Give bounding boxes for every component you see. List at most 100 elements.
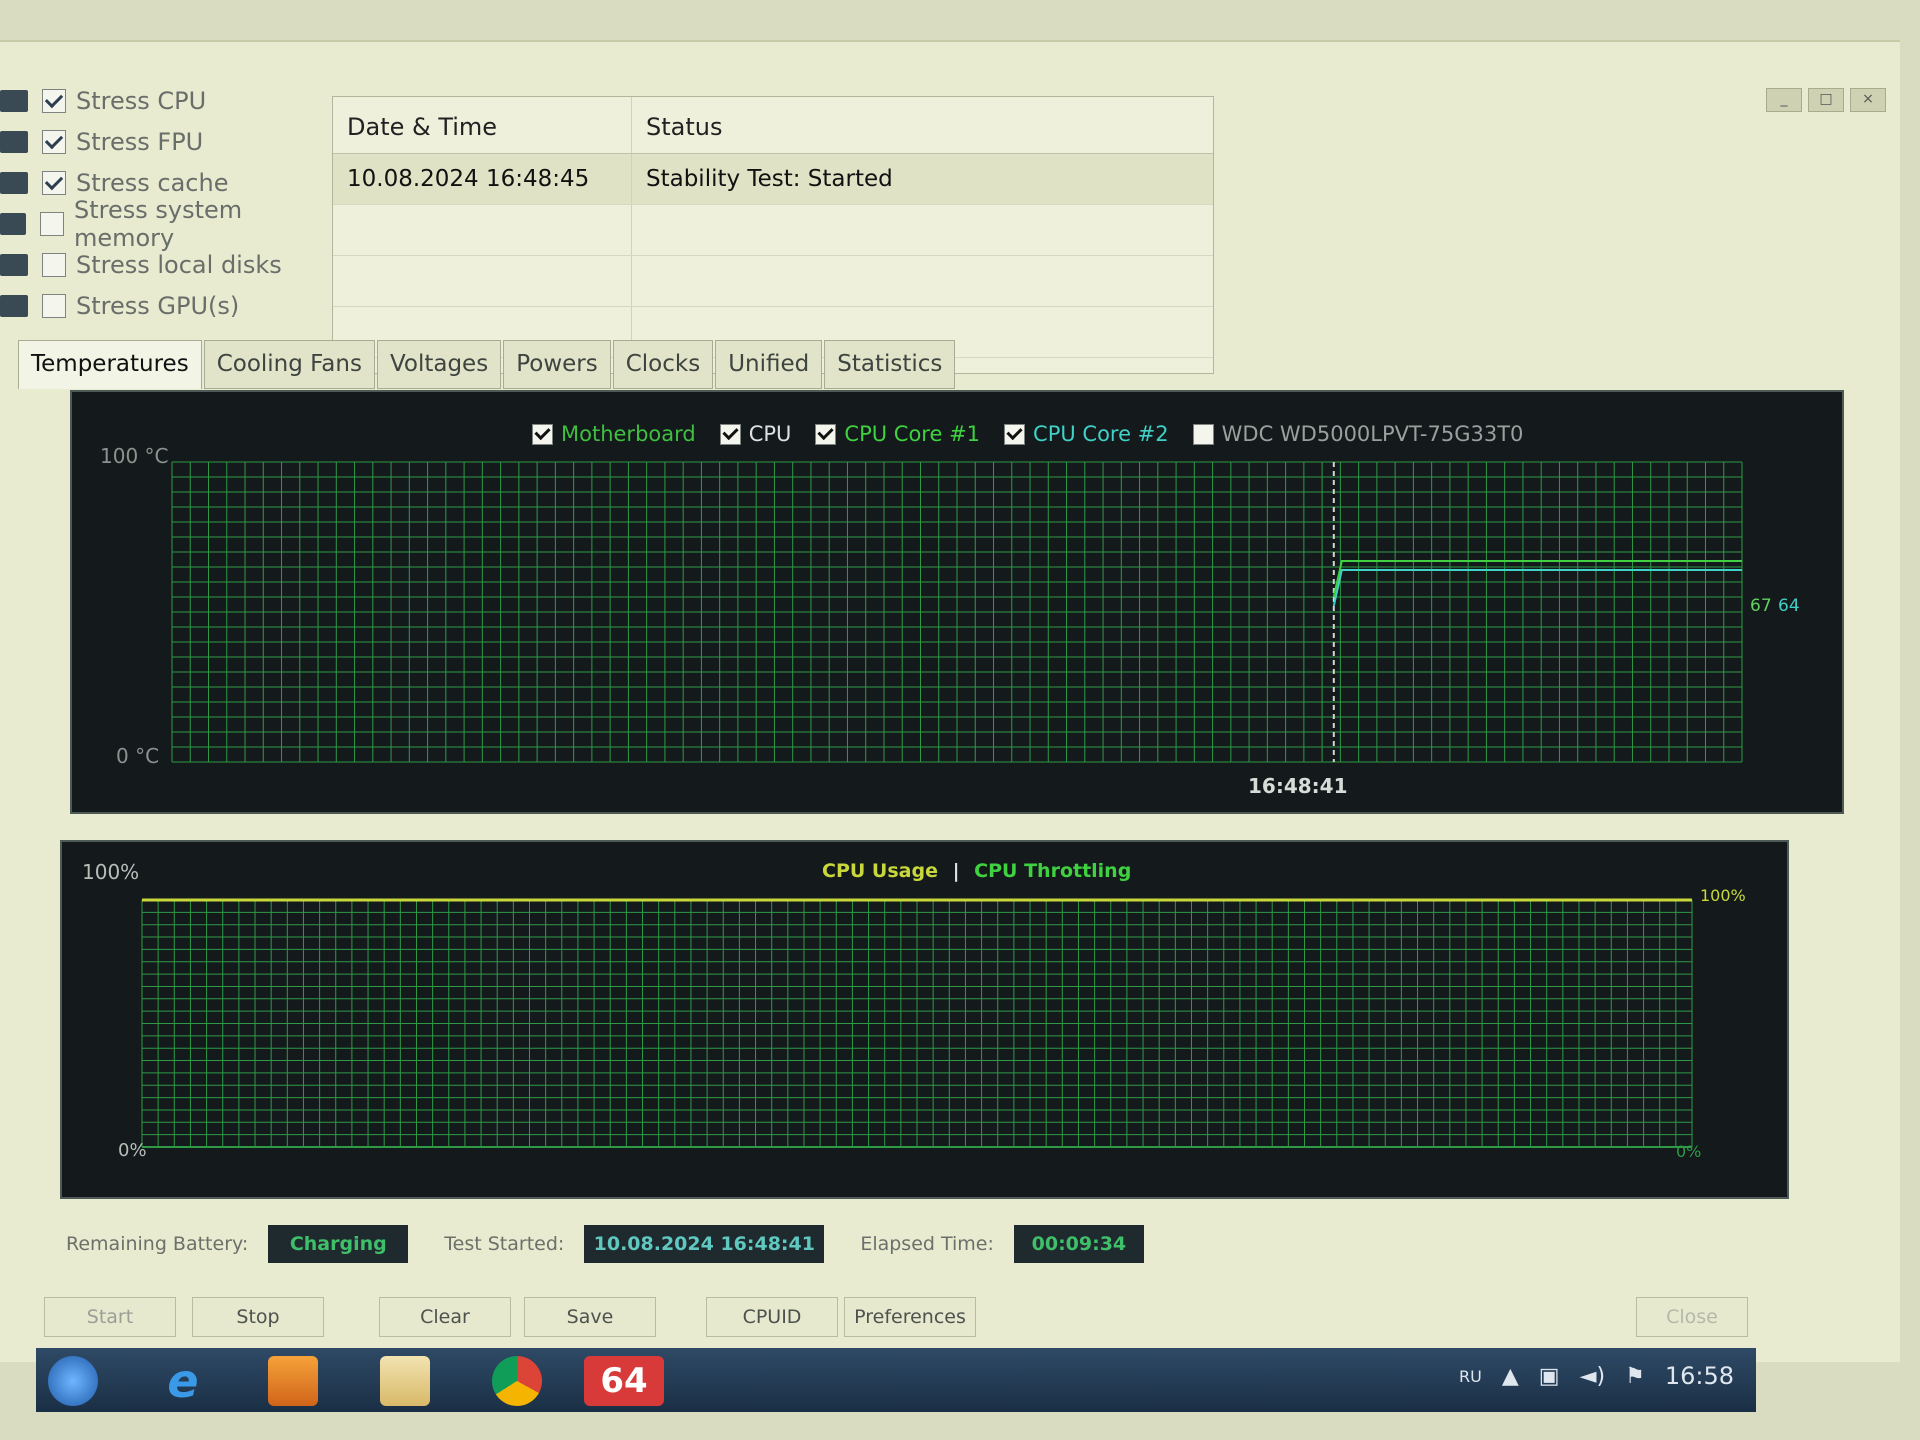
monitor-icon [0, 294, 28, 317]
tab-cooling-fans[interactable]: Cooling Fans [203, 340, 375, 389]
time-marker-label: 16:48:41 [1248, 774, 1348, 798]
title-separator: | [952, 860, 960, 882]
internet-explorer-icon[interactable]: e [158, 1356, 208, 1406]
stress-cpu-checkbox[interactable] [42, 88, 66, 113]
cpu-throttling-title: CPU Throttling [974, 860, 1132, 882]
tab-statistics[interactable]: Statistics [824, 340, 956, 389]
legend-item-motherboard[interactable]: Motherboard [532, 422, 696, 446]
stress-cpu-option[interactable]: Stress CPU [0, 80, 330, 121]
clock[interactable]: 16:58 [1665, 1362, 1734, 1390]
test-started-label: Test Started: [444, 1233, 565, 1255]
tab-temperatures[interactable]: Temperatures [18, 340, 202, 389]
column-header-status[interactable]: Status [632, 97, 1213, 153]
usage-y-min-label: 0% [118, 1140, 147, 1161]
legend-item-cpu-core-2[interactable]: CPU Core #2 [1004, 422, 1169, 446]
language-indicator[interactable]: RU [1459, 1367, 1482, 1386]
volume-icon[interactable]: ◄) [1580, 1364, 1606, 1389]
cpu-usage-plot [141, 898, 1693, 1148]
row-date-time [333, 256, 632, 306]
aida64-icon[interactable]: 64 [584, 1356, 664, 1406]
row-status [632, 256, 1213, 306]
stop-button[interactable]: Stop [192, 1297, 324, 1337]
close-icon[interactable]: × [1850, 88, 1886, 112]
start-button[interactable]: Start [44, 1297, 176, 1337]
stress-fpu-option[interactable]: Stress FPU [0, 121, 330, 162]
windows-start-icon[interactable] [48, 1356, 98, 1406]
window-controls: _ □ × [1766, 88, 1886, 112]
stress-cache-label: Stress cache [76, 168, 229, 197]
row-date-time: 10.08.2024 16:48:45 [333, 154, 632, 204]
network-icon[interactable]: ▣ [1539, 1364, 1560, 1389]
cache-icon [0, 171, 28, 194]
tab-voltages[interactable]: Voltages [376, 340, 502, 389]
elapsed-time-label: Elapsed Time: [860, 1233, 994, 1255]
tray-arrow-icon[interactable]: ▲ [1502, 1364, 1519, 1389]
memory-icon [0, 212, 26, 235]
file-explorer-icon[interactable] [380, 1356, 430, 1406]
cpu-usage-graph: CPU Usage | CPU Throttling 100% 0% 100% … [60, 840, 1789, 1199]
cpu-icon [0, 89, 28, 112]
minimize-icon[interactable]: _ [1766, 88, 1802, 112]
chrome-icon[interactable] [492, 1356, 542, 1406]
cpuid-button[interactable]: CPUID [706, 1297, 838, 1337]
row-status [632, 205, 1213, 255]
temperature-grid [171, 461, 1743, 763]
usage-grid [141, 899, 1693, 1148]
event-log-table: Date & Time Status 10.08.2024 16:48:45 S… [332, 96, 1214, 374]
stress-fpu-label: Stress FPU [76, 127, 204, 156]
system-tray: RU ▲ ▣ ◄) ⚑ 16:58 [1459, 1362, 1734, 1390]
legend-checkbox[interactable] [719, 423, 741, 445]
maximize-icon[interactable]: □ [1808, 88, 1844, 112]
legend-item-cpu-core-1[interactable]: CPU Core #1 [815, 422, 980, 446]
legend-checkbox[interactable] [532, 423, 553, 445]
legend-item-wdc-disk[interactable]: WDC WD5000LPVT-75G33T0 [1192, 422, 1524, 446]
stress-memory-checkbox[interactable] [39, 211, 64, 236]
stress-fpu-checkbox[interactable] [42, 129, 66, 154]
cpu-usage-title: CPU Usage [822, 860, 938, 882]
action-center-icon[interactable]: ⚑ [1625, 1364, 1645, 1389]
save-button[interactable]: Save [524, 1297, 656, 1337]
legend-label: CPU Core #1 [844, 422, 981, 446]
table-row[interactable]: 10.08.2024 16:48:45 Stability Test: Star… [333, 154, 1213, 205]
stress-disks-checkbox[interactable] [42, 252, 66, 277]
media-player-icon[interactable] [268, 1356, 318, 1406]
stress-memory-option[interactable]: Stress system memory [0, 196, 330, 252]
temperature-plot [171, 461, 1743, 763]
close-button[interactable]: Close [1636, 1297, 1748, 1337]
legend-checkbox[interactable] [1004, 423, 1026, 445]
legend-item-cpu[interactable]: CPU [719, 422, 792, 446]
row-date-time [333, 205, 632, 255]
legend-label: Motherboard [561, 422, 696, 446]
legend-checkbox[interactable] [815, 423, 837, 445]
row-status: Stability Test: Started [646, 166, 893, 192]
stress-disks-option[interactable]: Stress local disks [0, 244, 330, 285]
stress-memory-label: Stress system memory [73, 195, 243, 252]
stress-gpu-checkbox[interactable] [42, 293, 66, 318]
tab-unified[interactable]: Unified [715, 340, 823, 389]
y-axis-min-label: 0 °C [116, 744, 160, 768]
table-row [333, 205, 1213, 256]
legend-label: WDC WD5000LPVT-75G33T0 [1221, 422, 1524, 446]
column-header-date-time[interactable]: Date & Time [333, 97, 632, 153]
usage-right-max-label: 100% [1700, 886, 1746, 905]
battery-value: Charging [268, 1225, 409, 1263]
tab-clocks[interactable]: Clocks [612, 340, 714, 389]
legend-label: CPU [748, 422, 792, 446]
preferences-button[interactable]: Preferences [844, 1297, 976, 1337]
tab-powers[interactable]: Powers [503, 340, 611, 389]
usage-graph-title: CPU Usage | CPU Throttling [822, 860, 1131, 882]
stress-cache-checkbox[interactable] [42, 170, 66, 195]
stress-cpu-label: Stress CPU [76, 86, 207, 115]
clear-button[interactable]: Clear [379, 1297, 511, 1337]
stress-gpu-label: Stress GPU(s) [76, 291, 240, 320]
end-value-label: 67 [1750, 596, 1772, 616]
legend-checkbox[interactable] [1192, 423, 1214, 445]
elapsed-time-value: 00:09:34 [1013, 1225, 1144, 1263]
stress-gpu-option[interactable]: Stress GPU(s) [0, 285, 330, 326]
graph-tabs: Temperatures Cooling Fans Voltages Power… [18, 340, 957, 389]
usage-right-min-label: 0% [1676, 1142, 1702, 1161]
table-row [333, 256, 1213, 307]
stress-options-list: Stress CPU Stress FPU Stress cache Stres… [0, 80, 330, 326]
table-header: Date & Time Status [333, 97, 1213, 154]
fpu-icon [0, 130, 28, 153]
